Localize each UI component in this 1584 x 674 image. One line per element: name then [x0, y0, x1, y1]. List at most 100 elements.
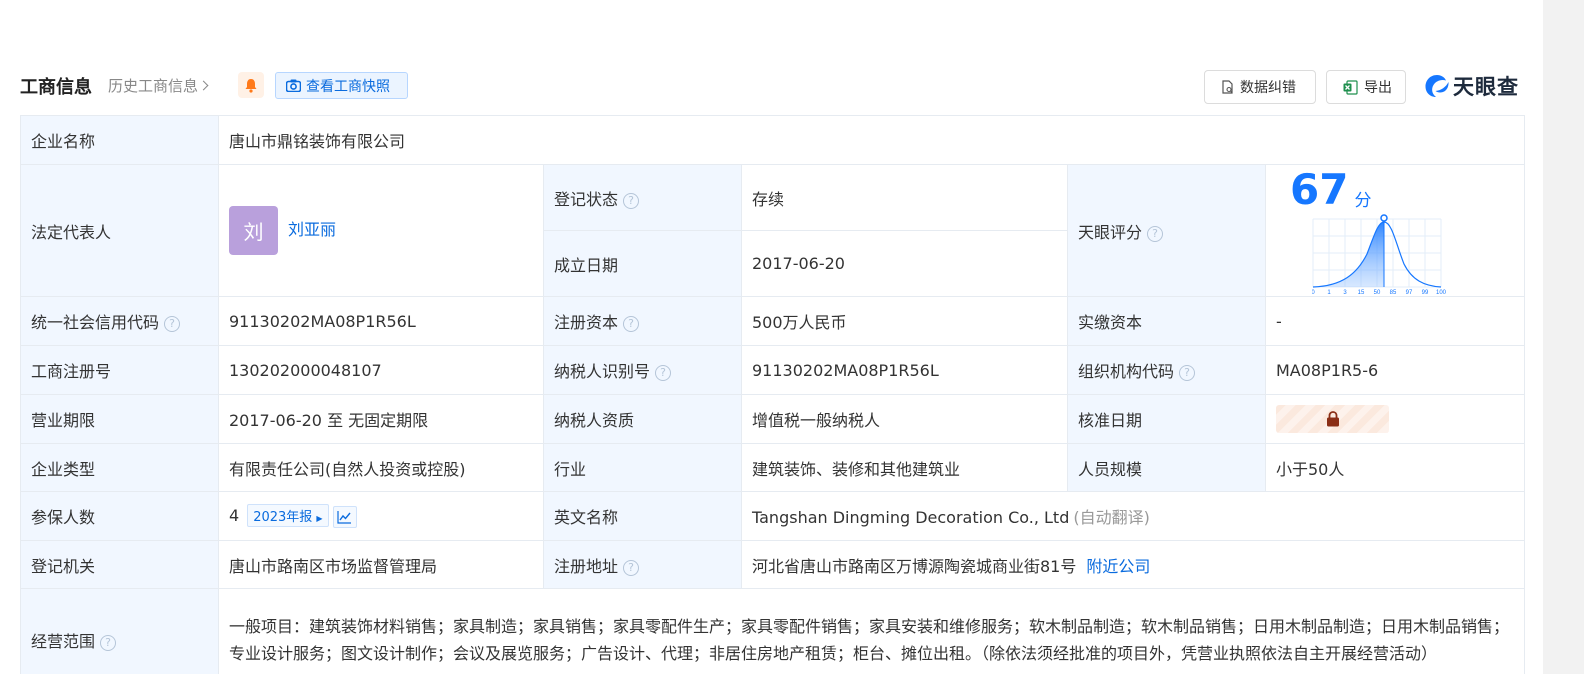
- staff-size-value: 小于50人: [1264, 443, 1526, 492]
- x-tick: 85: [1390, 290, 1397, 296]
- term-value: 2017-06-20 至 无固定期限: [218, 394, 544, 444]
- insured-trend-button[interactable]: [332, 505, 357, 528]
- question-circle-icon[interactable]: ?: [164, 316, 181, 332]
- table-row: 登记机关 唐山市路南区市场监督管理局 注册地址? 河北省唐山市路南区万博源陶瓷城…: [20, 540, 1526, 589]
- insured-label: 参保人数: [20, 491, 219, 541]
- export-label: 导出: [1364, 80, 1392, 96]
- reg-number-label: 工商注册号: [20, 345, 219, 395]
- table-row: 统一社会信用代码? 91130202MA08P1R56L 注册资本? 500万人…: [20, 296, 1526, 346]
- x-tick: 97: [1406, 290, 1413, 296]
- question-circle-icon[interactable]: ?: [623, 192, 640, 209]
- company-type-value: 有限责任公司(自然人投资或控股): [218, 443, 544, 492]
- question-circle-icon[interactable]: ?: [623, 559, 640, 576]
- taxpayer-id-label-cell: 纳税人识别号?: [543, 345, 742, 395]
- logo-text: 天眼查: [1453, 75, 1519, 99]
- org-code-label-cell: 组织机构代码?: [1067, 345, 1266, 395]
- locked-approval-date[interactable]: [1276, 405, 1389, 433]
- reg-capital-label: 注册资本: [554, 313, 619, 332]
- x-tick: 0: [1312, 290, 1315, 296]
- reg-address-label: 注册地址: [554, 556, 619, 576]
- founded-value: 2017-06-20: [741, 230, 1068, 297]
- business-info-table: 企业名称 唐山市鼎铭装饰有限公司 法定代表人 刘刘亚丽 登记状态? 存续 天眼评…: [20, 115, 1526, 674]
- taxpayer-qual-value: 增值税一般纳税人: [741, 394, 1068, 444]
- question-circle-icon[interactable]: ?: [100, 634, 117, 651]
- staff-size-label: 人员规模: [1067, 443, 1266, 492]
- business-scope-label: 经营范围: [31, 631, 96, 651]
- score-unit: 分: [1354, 191, 1372, 211]
- legal-rep-cell: 刘刘亚丽: [218, 164, 544, 297]
- x-tick: 1: [1327, 290, 1331, 296]
- auto-translate-note: (自动翻译): [1073, 508, 1150, 527]
- data-correction-label: 数据纠错: [1240, 80, 1296, 96]
- table-row: 营业期限 2017-06-20 至 无固定期限 纳税人资质 增值税一般纳税人 核…: [20, 394, 1526, 444]
- table-row: 法定代表人 刘刘亚丽 登记状态? 存续 天眼评分? 67 分 0 1 3 15 …: [20, 164, 1526, 297]
- english-name-value: Tangshan Dingming Decoration Co., Ltd: [752, 508, 1070, 527]
- question-circle-icon[interactable]: ?: [623, 316, 640, 332]
- business-scope-label-cell: 经营范围?: [20, 588, 219, 674]
- question-circle-icon[interactable]: ?: [655, 365, 672, 381]
- table-row: 企业名称 唐山市鼎铭装饰有限公司: [20, 115, 1526, 165]
- table-row: 参保人数 4 2023年报 ▶ 英文名称 Tangshan Dingming De…: [20, 491, 1526, 541]
- question-circle-icon[interactable]: ?: [1179, 365, 1196, 381]
- x-tick: 100: [1436, 290, 1447, 296]
- table-row: 经营范围? 一般项目：建筑装饰材料销售；家具制造；家具销售；家具零配件生产；家具…: [20, 588, 1526, 674]
- industry-label: 行业: [543, 443, 742, 492]
- chart-x-ticks: 0 1 3 15 50 85 97 99 100: [1311, 290, 1447, 296]
- legal-rep-link[interactable]: 刘亚丽: [288, 220, 336, 239]
- english-name-label: 英文名称: [543, 491, 742, 541]
- reg-status-label: 登记状态: [554, 189, 619, 209]
- credit-code-value: 91130202MA08P1R56L: [218, 296, 544, 346]
- excel-icon: [1343, 79, 1358, 95]
- score-cell[interactable]: 67 分 0 1 3 15 50 85 97 99 100: [1264, 164, 1526, 297]
- x-tick: 3: [1343, 290, 1347, 296]
- page-scrollbar[interactable]: [1543, 0, 1584, 674]
- view-snapshot-button[interactable]: 查看工商快照: [275, 72, 408, 99]
- data-correction-button[interactable]: 数据纠错: [1204, 70, 1316, 104]
- taxpayer-id-value: 91130202MA08P1R56L: [741, 345, 1068, 395]
- score-label: 天眼评分: [1078, 222, 1143, 242]
- reg-authority-value: 唐山市路南区市场监督管理局: [218, 540, 544, 589]
- reg-address-label-cell: 注册地址?: [543, 540, 742, 589]
- reg-status-value: 存续: [741, 164, 1068, 231]
- table-row: 企业类型 有限责任公司(自然人投资或控股) 行业 建筑装饰、装修和其他建筑业 人…: [20, 443, 1526, 492]
- view-snapshot-label: 查看工商快照: [306, 78, 390, 95]
- x-tick: 99: [1422, 290, 1429, 296]
- avatar[interactable]: 刘: [229, 206, 278, 255]
- lock-icon: [1326, 411, 1339, 427]
- org-code-value: MA08P1R5-6: [1264, 345, 1526, 395]
- monitor-bell-button[interactable]: [238, 72, 264, 98]
- taxpayer-qual-label: 纳税人资质: [543, 394, 742, 444]
- trend-chart-icon: [337, 510, 352, 524]
- legal-rep-label: 法定代表人: [20, 164, 219, 297]
- reg-status-label-cell: 登记状态?: [543, 164, 742, 231]
- paid-capital-value: -: [1264, 296, 1526, 346]
- term-label: 营业期限: [20, 394, 219, 444]
- nearby-companies-link[interactable]: 附近公司: [1086, 557, 1150, 576]
- org-code-label: 组织机构代码: [1078, 362, 1175, 381]
- x-tick: 15: [1358, 290, 1365, 296]
- insured-cell: 4 2023年报 ▶: [218, 491, 544, 541]
- company-type-label: 企业类型: [20, 443, 219, 492]
- bell-icon: [245, 78, 257, 93]
- score-marker-dot: [1380, 214, 1388, 222]
- export-button[interactable]: 导出: [1326, 70, 1406, 104]
- founded-label: 成立日期: [543, 230, 742, 297]
- reg-authority-label: 登记机关: [20, 540, 219, 589]
- score-value: 67: [1290, 165, 1349, 214]
- section-title: 工商信息: [20, 77, 92, 98]
- credit-code-label: 统一社会信用代码: [31, 313, 160, 332]
- score-distribution-chart: 0 1 3 15 50 85 97 99 100: [1311, 214, 1447, 296]
- history-info-link[interactable]: 历史工商信息: [108, 75, 209, 96]
- credit-code-label-cell: 统一社会信用代码?: [20, 296, 219, 346]
- tianyancha-eye-icon: [1425, 75, 1449, 97]
- question-circle-icon[interactable]: ?: [1147, 225, 1164, 242]
- tianyancha-logo: 天眼查: [1424, 71, 1519, 101]
- taxpayer-id-label: 纳税人识别号: [554, 362, 651, 381]
- annual-report-year-tag[interactable]: 2023年报 ▶: [247, 504, 329, 528]
- score-label-cell: 天眼评分?: [1067, 164, 1266, 297]
- english-name-cell: Tangshan Dingming Decoration Co., Ltd (自动…: [740, 491, 1526, 541]
- history-info-label: 历史工商信息: [108, 77, 199, 95]
- x-tick: 50: [1374, 290, 1381, 296]
- business-scope-value: 一般项目：建筑装饰材料销售；家具制造；家具销售；家具零配件生产；家具零配件销售；…: [217, 588, 1526, 674]
- chevron-right-icon: [198, 80, 209, 91]
